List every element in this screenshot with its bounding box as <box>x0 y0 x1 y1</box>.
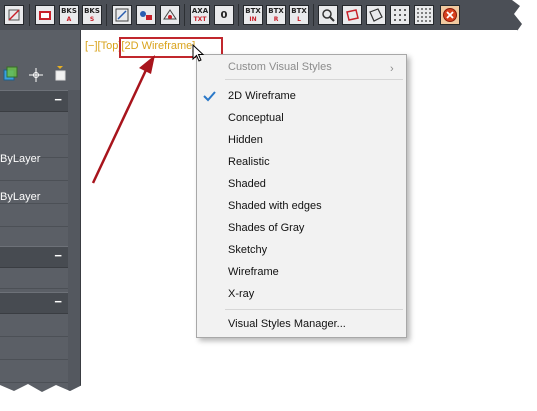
menu-item-shaded[interactable]: Shaded <box>228 178 266 190</box>
visual-styles-menu: Custom Visual Styles › 2D Wireframe Conc… <box>196 54 407 338</box>
menu-item-sketchy[interactable]: Sketchy <box>228 244 267 256</box>
menu-item-wireframe[interactable]: Wireframe <box>228 266 279 278</box>
menu-item-conceptual[interactable]: Conceptual <box>228 112 284 124</box>
menu-separator <box>225 79 403 80</box>
menu-item-2d-wireframe[interactable]: 2D Wireframe <box>228 90 296 102</box>
visual-styles-manager-item[interactable]: Visual Styles Manager... <box>228 318 346 330</box>
mouse-cursor-icon <box>192 44 205 62</box>
custom-visual-styles-item[interactable]: Custom Visual Styles <box>228 61 332 73</box>
screenshot-frame: BKS A BKS S AXA TXT 0 BTX IN BTX R BTX L… <box>0 0 524 392</box>
checkmark-icon <box>203 91 216 102</box>
menu-item-x-ray[interactable]: X-ray <box>228 288 254 300</box>
submenu-arrow-icon: › <box>390 63 394 75</box>
menu-separator <box>225 309 403 310</box>
menu-item-shades-of-gray[interactable]: Shades of Gray <box>228 222 304 234</box>
menu-item-realistic[interactable]: Realistic <box>228 156 270 168</box>
menu-item-hidden[interactable]: Hidden <box>228 134 263 146</box>
menu-item-shaded-with-edges[interactable]: Shaded with edges <box>228 200 322 212</box>
